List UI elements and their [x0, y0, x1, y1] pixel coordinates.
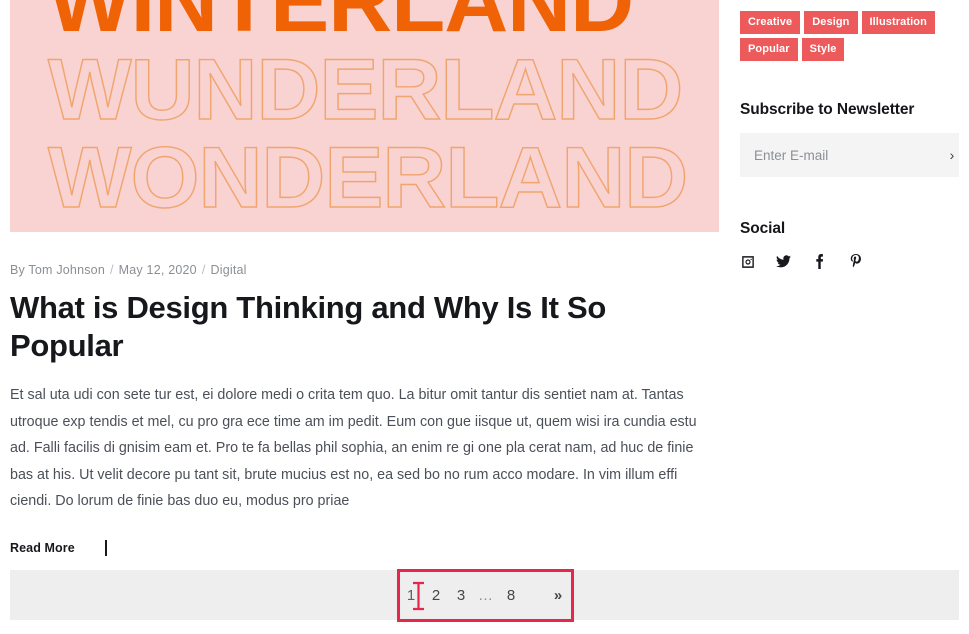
newsletter-form: › — [740, 133, 959, 177]
newsletter-submit-button[interactable]: › — [945, 133, 959, 177]
sidebar: Creative Design Illustration Popular Sty… — [740, 0, 959, 269]
tag-style[interactable]: Style — [801, 38, 845, 61]
social-links-row — [740, 254, 959, 269]
tag-cloud-widget: Creative Design Illustration Popular Sty… — [740, 0, 959, 61]
twitter-icon[interactable] — [776, 254, 791, 269]
pagination-ellipsis: … — [478, 586, 494, 604]
pagination-page-2[interactable]: 2 — [424, 587, 449, 604]
tag-creative[interactable]: Creative — [740, 11, 801, 34]
post-featured-image: WINTERLAND WUNDERLAND WONDERLAND — [10, 0, 719, 232]
pagination: 1 2 3 … 8 » — [399, 587, 571, 604]
pagination-page-3[interactable]: 3 — [449, 587, 474, 604]
pagination-next-button[interactable]: » — [546, 587, 571, 604]
read-more-accent-bar — [104, 539, 107, 556]
pagination-page-8[interactable]: 8 — [499, 587, 524, 604]
post-title[interactable]: What is Design Thinking and Why Is It So… — [10, 289, 719, 365]
post-author[interactable]: By Tom Johnson — [10, 263, 105, 277]
meta-separator-1: / — [109, 263, 114, 277]
social-widget-title: Social — [740, 220, 786, 237]
facebook-icon[interactable] — [812, 254, 827, 269]
blog-page: WINTERLAND WUNDERLAND WONDERLAND By Tom … — [0, 0, 969, 634]
post-excerpt: Et sal uta udi con sete tur est, ei dolo… — [10, 387, 697, 509]
post-date: May 12, 2020 — [118, 263, 197, 277]
chevron-right-icon: › — [949, 147, 955, 163]
read-more-link[interactable]: Read More — [10, 541, 75, 555]
main-content-column: WINTERLAND WUNDERLAND WONDERLAND By Tom … — [10, 0, 719, 556]
pinterest-icon[interactable] — [848, 254, 863, 269]
pagination-page-1[interactable]: 1 — [399, 587, 424, 604]
tag-popular[interactable]: Popular — [740, 38, 798, 61]
hero-typography: WINTERLAND WUNDERLAND WONDERLAND — [47, 0, 689, 223]
meta-separator-2: / — [201, 263, 206, 277]
tag-design[interactable]: Design — [804, 11, 858, 34]
read-more-row: Read More — [10, 539, 719, 556]
hero-line-wunderland: WUNDERLAND — [47, 42, 684, 138]
tag-illustration[interactable]: Illustration — [861, 11, 935, 34]
hero-line-wonderland: WONDERLAND — [47, 130, 689, 226]
newsletter-email-input[interactable] — [740, 133, 945, 177]
newsletter-widget-title: Subscribe to Newsletter — [740, 101, 915, 118]
post-meta: By Tom Johnson / May 12, 2020 / Digital — [10, 262, 719, 278]
pagination-bar: 1 2 3 … 8 » — [10, 570, 959, 620]
hero-line-winterland: WINTERLAND — [48, 0, 634, 50]
instagram-icon[interactable] — [740, 254, 755, 269]
post-category[interactable]: Digital — [211, 263, 247, 277]
